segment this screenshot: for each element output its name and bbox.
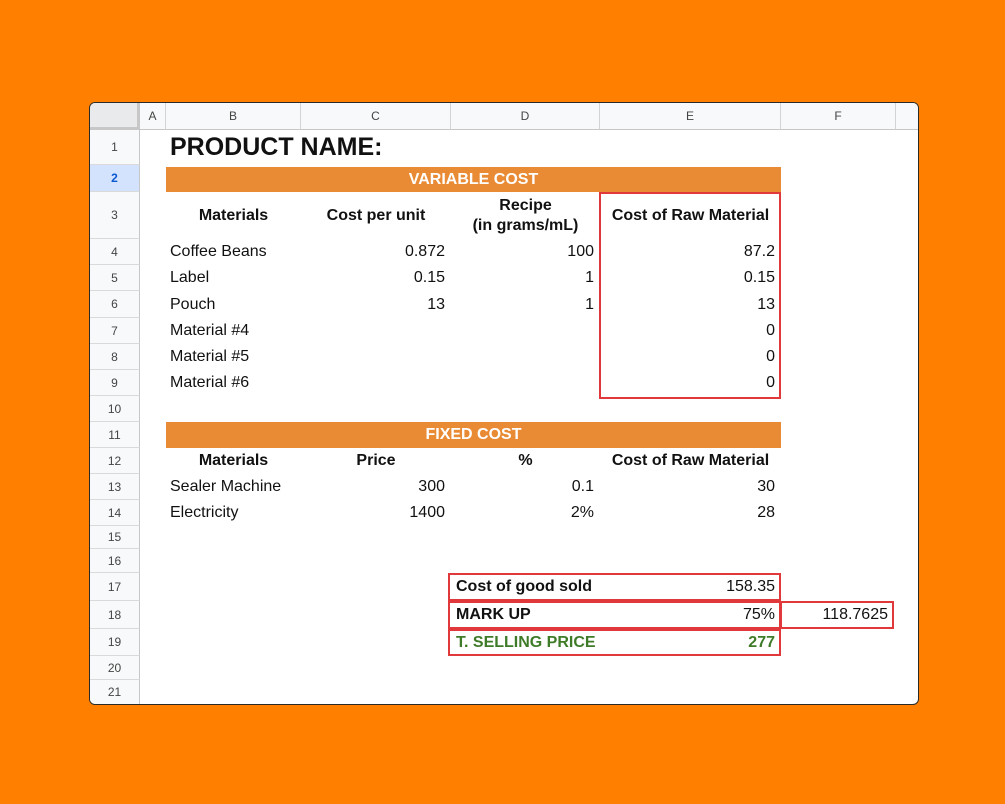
- variable-item-name[interactable]: Label: [166, 265, 301, 291]
- fixed-col-materials[interactable]: Materials: [166, 448, 301, 474]
- row-header-12[interactable]: 12: [90, 448, 140, 474]
- variable-item-unit[interactable]: 0.872: [301, 239, 451, 265]
- column-header-d[interactable]: D: [451, 103, 600, 130]
- variable-item-recipe[interactable]: [451, 318, 600, 344]
- cost-raw-material-highlight: [599, 192, 781, 399]
- variable-item-unit[interactable]: [301, 344, 451, 370]
- row-header-11[interactable]: 11: [90, 422, 140, 448]
- row-header-16[interactable]: 16: [90, 549, 140, 573]
- row-header-15[interactable]: 15: [90, 526, 140, 549]
- fixed-item-price[interactable]: 300: [301, 474, 451, 500]
- recipe-header-line2: (in grams/mL): [472, 216, 579, 234]
- variable-item-name[interactable]: Material #5: [166, 344, 301, 370]
- row-header-4[interactable]: 4: [90, 239, 140, 265]
- fixed-item-price[interactable]: 1400: [301, 500, 451, 526]
- row-header-7[interactable]: 7: [90, 318, 140, 344]
- row-header-13[interactable]: 13: [90, 474, 140, 500]
- row-header-19[interactable]: 19: [90, 629, 140, 656]
- cogs-label[interactable]: Cost of good sold: [451, 573, 600, 601]
- selling-price-value[interactable]: 277: [631, 629, 781, 656]
- markup-amount[interactable]: 118.7625: [781, 601, 894, 629]
- row-header-18[interactable]: 18: [90, 601, 140, 629]
- variable-item-unit[interactable]: [301, 370, 451, 396]
- fixed-cost-header[interactable]: FIXED COST: [166, 422, 781, 448]
- column-header-c[interactable]: C: [301, 103, 451, 130]
- variable-col-materials[interactable]: Materials: [166, 192, 301, 239]
- markup-value[interactable]: 75%: [600, 601, 781, 629]
- column-header-f[interactable]: F: [781, 103, 896, 130]
- fixed-col-percent[interactable]: %: [451, 448, 600, 474]
- variable-item-recipe[interactable]: [451, 370, 600, 396]
- variable-item-name[interactable]: Pouch: [166, 291, 301, 318]
- spreadsheet-grid: A B C D E F 1 2 3 4 5 6 7 8 9 10 11 12 1…: [90, 103, 918, 704]
- cogs-value[interactable]: 158.35: [600, 573, 781, 601]
- product-name-title[interactable]: PRODUCT NAME:: [166, 130, 486, 165]
- row-header-17[interactable]: 17: [90, 573, 140, 601]
- fixed-item-percent[interactable]: 0.1: [451, 474, 600, 500]
- row-header-21[interactable]: 21: [90, 680, 140, 704]
- variable-item-recipe[interactable]: 1: [451, 265, 600, 291]
- fixed-item-percent[interactable]: 2%: [451, 500, 600, 526]
- fixed-item-cost[interactable]: 30: [600, 474, 781, 500]
- fixed-item-name[interactable]: Electricity: [166, 500, 301, 526]
- fixed-item-cost[interactable]: 28: [600, 500, 781, 526]
- variable-item-unit[interactable]: [301, 318, 451, 344]
- variable-item-recipe[interactable]: 100: [451, 239, 600, 265]
- recipe-header-line1: Recipe: [499, 196, 552, 214]
- row-header-8[interactable]: 8: [90, 344, 140, 370]
- fixed-col-cost-raw[interactable]: Cost of Raw Material: [600, 448, 781, 474]
- row-header-1[interactable]: 1: [90, 130, 140, 165]
- row-header-5[interactable]: 5: [90, 265, 140, 291]
- row-header-10[interactable]: 10: [90, 396, 140, 422]
- variable-item-recipe[interactable]: [451, 344, 600, 370]
- variable-item-unit[interactable]: 13: [301, 291, 451, 318]
- variable-item-name[interactable]: Coffee Beans: [166, 239, 301, 265]
- row-header-14[interactable]: 14: [90, 500, 140, 526]
- variable-item-name[interactable]: Material #4: [166, 318, 301, 344]
- column-header-extra: [896, 103, 918, 130]
- column-header-e[interactable]: E: [600, 103, 781, 130]
- variable-item-recipe[interactable]: 1: [451, 291, 600, 318]
- variable-col-recipe[interactable]: Recipe (in grams/mL): [451, 192, 600, 239]
- variable-col-cost-per-unit[interactable]: Cost per unit: [301, 192, 451, 239]
- fixed-col-price[interactable]: Price: [301, 448, 451, 474]
- column-header-b[interactable]: B: [166, 103, 301, 130]
- variable-item-name[interactable]: Material #6: [166, 370, 301, 396]
- fixed-item-name[interactable]: Sealer Machine: [166, 474, 301, 500]
- row-header-2[interactable]: 2: [90, 165, 140, 192]
- column-header-a[interactable]: A: [140, 103, 166, 130]
- row-header-9[interactable]: 9: [90, 370, 140, 396]
- spreadsheet: A B C D E F 1 2 3 4 5 6 7 8 9 10 11 12 1…: [89, 102, 919, 705]
- variable-item-unit[interactable]: 0.15: [301, 265, 451, 291]
- markup-label[interactable]: MARK UP: [451, 601, 600, 629]
- select-all-corner[interactable]: [90, 103, 140, 130]
- selling-price-label[interactable]: T. SELLING PRICE: [451, 629, 631, 656]
- row-header-6[interactable]: 6: [90, 291, 140, 318]
- row-header-20[interactable]: 20: [90, 656, 140, 680]
- row-header-3[interactable]: 3: [90, 192, 140, 239]
- variable-cost-header[interactable]: VARIABLE COST: [166, 167, 781, 192]
